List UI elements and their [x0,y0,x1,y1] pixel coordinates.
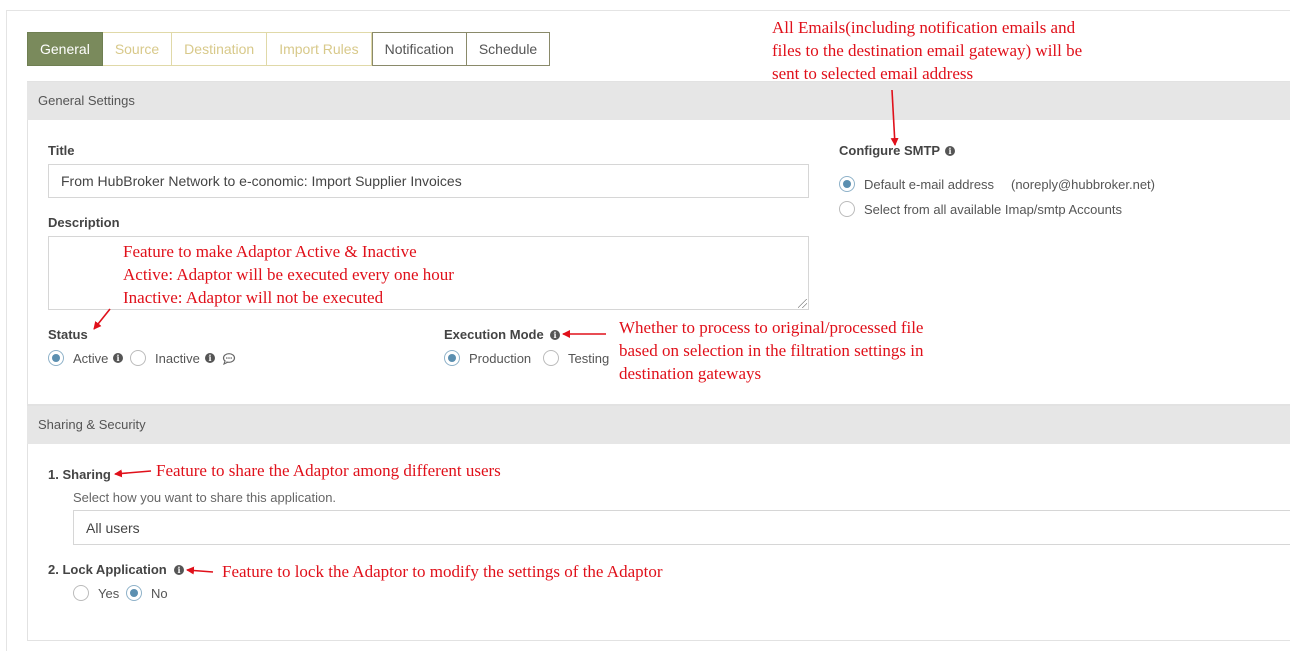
tab-destination[interactable]: Destination [172,32,268,66]
tab-import-rules[interactable]: Import Rules [267,32,372,66]
execution-mode-info-icon[interactable]: i [550,330,560,340]
execution-annotation-line: Whether to process to original/processed… [619,318,924,337]
tab-bar: General Source Destination Import Rules … [27,32,551,66]
status-annotation: Feature to make Adaptor Active & Inactiv… [123,240,454,309]
sharing-label: 1. Sharing [48,467,111,482]
testing-radio[interactable] [543,350,559,366]
execution-annotation: Whether to process to original/processed… [619,316,924,385]
execution-annotation-line: destination gateways [619,364,762,383]
status-inactive-label: Inactive [155,351,200,366]
sharing-security-header: Sharing & Security [27,406,1290,444]
sharing-annotation: Feature to share the Adaptor among diffe… [156,461,501,480]
default-email-address: (noreply@hubbroker.net) [1011,177,1155,192]
default-email-radio[interactable] [839,176,855,192]
description-label: Description [48,215,120,230]
status-inactive-radio[interactable] [130,350,146,366]
title-input-value: From HubBroker Network to e-conomic: Imp… [61,173,462,189]
smtp-info-icon[interactable]: i [945,146,955,156]
testing-label: Testing [568,351,610,366]
inactive-info-icon[interactable]: i [205,353,215,363]
status-active-radio[interactable] [48,350,64,366]
lock-info-icon[interactable]: i [174,565,184,575]
status-annotation-line: Inactive: Adaptor will not be executed [123,288,384,307]
resize-grip-icon[interactable] [798,299,807,308]
sharing-select[interactable]: All users [73,510,1290,545]
lock-no-radio[interactable] [126,585,142,601]
lock-no-label: No [151,586,168,601]
execution-mode-label: Execution Mode [444,327,544,342]
tab-notification[interactable]: Notification [371,32,467,66]
status-annotation-line: Feature to make Adaptor Active & Inactiv… [123,242,417,261]
smtp-annotation-line: sent to selected email address [772,64,974,83]
status-active-label: Active [73,351,109,366]
configure-smtp-label: Configure SMTP [839,143,941,158]
sharing-help-text: Select how you want to share this applic… [73,490,337,505]
production-radio[interactable] [444,350,460,366]
smtp-annotation: All Emails(including notification emails… [772,16,1082,85]
active-info-icon[interactable]: i [113,353,123,363]
tab-source[interactable]: Source [102,32,173,66]
title-label: Title [48,143,75,158]
title-input[interactable]: From HubBroker Network to e-conomic: Imp… [48,164,809,198]
smtp-annotation-line: files to the destination email gateway) … [772,41,1083,60]
default-email-label: Default e-mail address [864,177,995,192]
comment-icon[interactable] [222,352,236,365]
all-accounts-label: Select from all available Imap/smtp Acco… [864,202,1122,217]
tab-schedule[interactable]: Schedule [466,32,551,66]
smtp-annotation-line: All Emails(including notification emails… [772,18,1076,37]
lock-application-label: 2. Lock Application [48,562,167,577]
sharing-select-value: All users [86,519,140,536]
lock-yes-label: Yes [98,586,120,601]
execution-annotation-line: based on selection in the filtration set… [619,341,924,360]
status-label: Status [48,327,88,342]
all-accounts-radio[interactable] [839,201,855,217]
general-settings-header: General Settings [27,82,1290,120]
status-annotation-line: Active: Adaptor will be executed every o… [123,265,454,284]
lock-yes-radio[interactable] [73,585,89,601]
lock-annotation: Feature to lock the Adaptor to modify th… [222,562,663,581]
tab-general[interactable]: General [27,32,103,66]
production-label: Production [469,351,532,366]
